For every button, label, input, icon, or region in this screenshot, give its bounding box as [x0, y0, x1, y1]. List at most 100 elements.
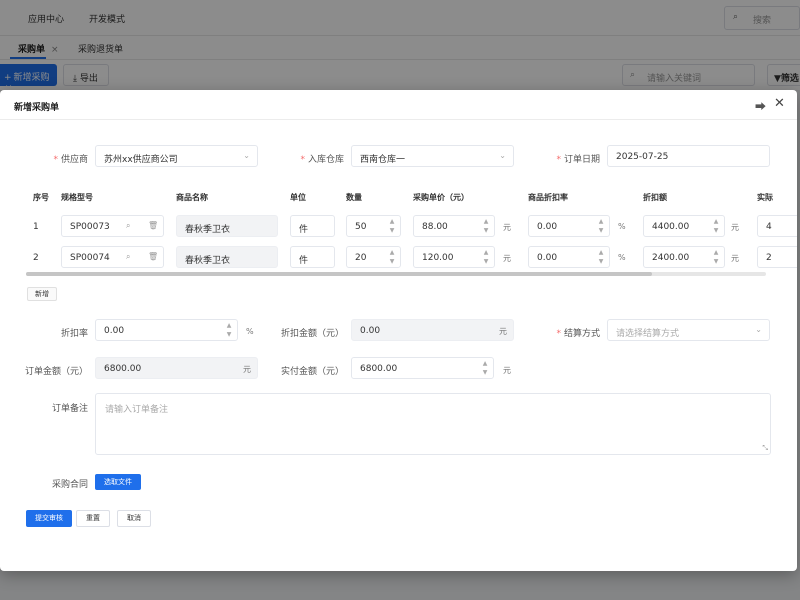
warehouse-label: * 入库仓库 [300, 155, 344, 165]
qty-input[interactable]: 50 ▲ ▼ [346, 215, 401, 237]
discount-rate-value: 0.00 [537, 253, 558, 263]
chevron-down-icon: ⌄ [755, 325, 762, 334]
dialog-title: 新增采购单 [14, 103, 60, 113]
actual-amount-value: 4 [766, 222, 772, 232]
discount-rate-label: 折扣率 [60, 329, 88, 339]
order-amount-field: 6800.00 元 [95, 357, 258, 379]
reset-button[interactable]: 重置 [76, 510, 110, 527]
order-discount-rate-value: 0.00 [104, 326, 125, 336]
search-icon[interactable]: ⌕ [126, 221, 130, 231]
order-date-picker[interactable]: 2025-07-25 [607, 145, 770, 167]
scrollbar-thumb[interactable] [26, 272, 652, 276]
order-date-value: 2025-07-25 [616, 152, 669, 162]
product-name-value: 春秋季卫衣 [185, 225, 231, 235]
price-unit: 元 [503, 254, 511, 263]
warehouse-value: 西南仓库一 [360, 155, 406, 165]
col-spec: 规格型号 [61, 193, 93, 202]
warehouse-select[interactable]: 西南仓库一 ⌄ [351, 145, 514, 167]
actual-amount-input[interactable]: 4 [757, 215, 797, 237]
supplier-label: * 供应商 [53, 155, 88, 165]
unit-input[interactable]: 件 [290, 215, 335, 237]
remark-textarea[interactable]: 请输入订单备注 ⤡ [95, 393, 771, 455]
chevron-down-icon: ⌄ [243, 151, 250, 160]
product-name-value: 春秋季卫衣 [185, 256, 231, 266]
stepper-icon[interactable]: ▲ ▼ [482, 248, 490, 266]
discount-amount-input[interactable]: 4400.00 ▲ ▼ [643, 215, 725, 237]
order-discount-amount-unit: 元 [499, 327, 507, 336]
choose-file-button[interactable]: 选取文件 [95, 474, 141, 490]
supplier-select[interactable]: 苏州xx供应商公司 ⌄ [95, 145, 258, 167]
unit-input[interactable]: 件 [290, 246, 335, 268]
discount-amount-value: 4400.00 [652, 222, 690, 232]
price-value: 88.00 [422, 222, 448, 232]
col-discount-amount: 折扣额 [643, 193, 667, 202]
spec-input[interactable]: SP00074 ⌕ 🗑 [61, 246, 164, 268]
add-row-button[interactable]: 新增 [27, 287, 57, 301]
unit-value: 件 [299, 256, 309, 266]
share-icon[interactable]: ⮕ [755, 98, 766, 114]
col-name: 商品名称 [176, 193, 208, 202]
paid-amount-value: 6800.00 [360, 364, 398, 374]
qty-input[interactable]: 20 ▲ ▼ [346, 246, 401, 268]
order-discount-amount-value: 0.00 [360, 326, 381, 336]
order-date-label: * 订单日期 [556, 155, 600, 165]
stepper-icon[interactable]: ▲ ▼ [712, 217, 720, 235]
supplier-value: 苏州xx供应商公司 [104, 155, 178, 165]
amount-unit: 元 [731, 254, 739, 263]
col-actual: 实际 [757, 193, 773, 202]
contract-label: 采购合同 [51, 480, 88, 490]
col-price: 采购单价（元） [413, 193, 469, 202]
discount-rate-input[interactable]: 0.00 ▲ ▼ [528, 215, 610, 237]
discount-unit: % [618, 253, 626, 262]
discount-amount-value: 2400.00 [652, 253, 690, 263]
qty-value: 50 [355, 222, 367, 232]
resize-icon[interactable]: ⤡ [762, 444, 768, 453]
chevron-down-icon: ⌄ [499, 151, 506, 160]
discount-rate-input[interactable]: 0.00 ▲ ▼ [528, 246, 610, 268]
price-value: 120.00 [422, 253, 454, 263]
order-amount-unit: 元 [243, 365, 251, 374]
col-qty: 数量 [346, 193, 362, 202]
dialog-header: 新增采购单 ⮕ ✕ [0, 90, 797, 120]
price-input[interactable]: 88.00 ▲ ▼ [413, 215, 495, 237]
delete-icon[interactable]: 🗑 [148, 221, 158, 230]
actual-amount-value: 2 [766, 253, 772, 263]
actual-amount-input[interactable]: 2 [757, 246, 797, 268]
stepper-icon[interactable]: ▲ ▼ [597, 217, 605, 235]
stepper-icon[interactable]: ▲ ▼ [225, 321, 233, 339]
product-name-field: 春秋季卫衣 [176, 246, 278, 268]
price-unit: 元 [503, 223, 511, 232]
settlement-placeholder: 请选择结算方式 [616, 329, 680, 339]
price-input[interactable]: 120.00 ▲ ▼ [413, 246, 495, 268]
col-discount-rate: 商品折扣率 [528, 193, 568, 202]
stepper-icon[interactable]: ▲ ▼ [597, 248, 605, 266]
table-horizontal-scrollbar[interactable] [26, 272, 766, 276]
order-amount-value: 6800.00 [104, 364, 142, 374]
cancel-button[interactable]: 取消 [117, 510, 151, 527]
spec-value: SP00073 [70, 222, 110, 232]
stepper-icon[interactable]: ▲ ▼ [482, 217, 490, 235]
row-index: 1 [33, 222, 39, 232]
stepper-icon[interactable]: ▲ ▼ [388, 217, 396, 235]
order-discount-rate-input[interactable]: 0.00 ▲ ▼ [95, 319, 238, 341]
spec-input[interactable]: SP00073 ⌕ 🗑 [61, 215, 164, 237]
submit-review-button[interactable]: 提交审核 [26, 510, 72, 527]
stepper-icon[interactable]: ▲ ▼ [481, 359, 489, 377]
paid-amount-label: 实付金额（元） [280, 367, 344, 377]
settlement-select[interactable]: 请选择结算方式 ⌄ [607, 319, 770, 341]
new-purchase-order-dialog: 新增采购单 ⮕ ✕ * 供应商 苏州xx供应商公司 ⌄ * 入库仓库 西南仓库一 ⌄… [0, 90, 797, 571]
discount-amount-input[interactable]: 2400.00 ▲ ▼ [643, 246, 725, 268]
spec-value: SP00074 [70, 253, 110, 263]
discount-rate-value: 0.00 [537, 222, 558, 232]
order-amount-label: 订单金额（元） [24, 367, 88, 377]
row-index: 2 [33, 253, 39, 263]
search-icon[interactable]: ⌕ [126, 252, 130, 262]
paid-amount-input[interactable]: 6800.00 ▲ ▼ [351, 357, 494, 379]
col-index: 序号 [33, 193, 49, 202]
close-icon[interactable]: ✕ [774, 96, 785, 111]
product-name-field: 春秋季卫衣 [176, 215, 278, 237]
delete-icon[interactable]: 🗑 [148, 252, 158, 261]
stepper-icon[interactable]: ▲ ▼ [388, 248, 396, 266]
stepper-icon[interactable]: ▲ ▼ [712, 248, 720, 266]
unit-value: 件 [299, 225, 309, 235]
